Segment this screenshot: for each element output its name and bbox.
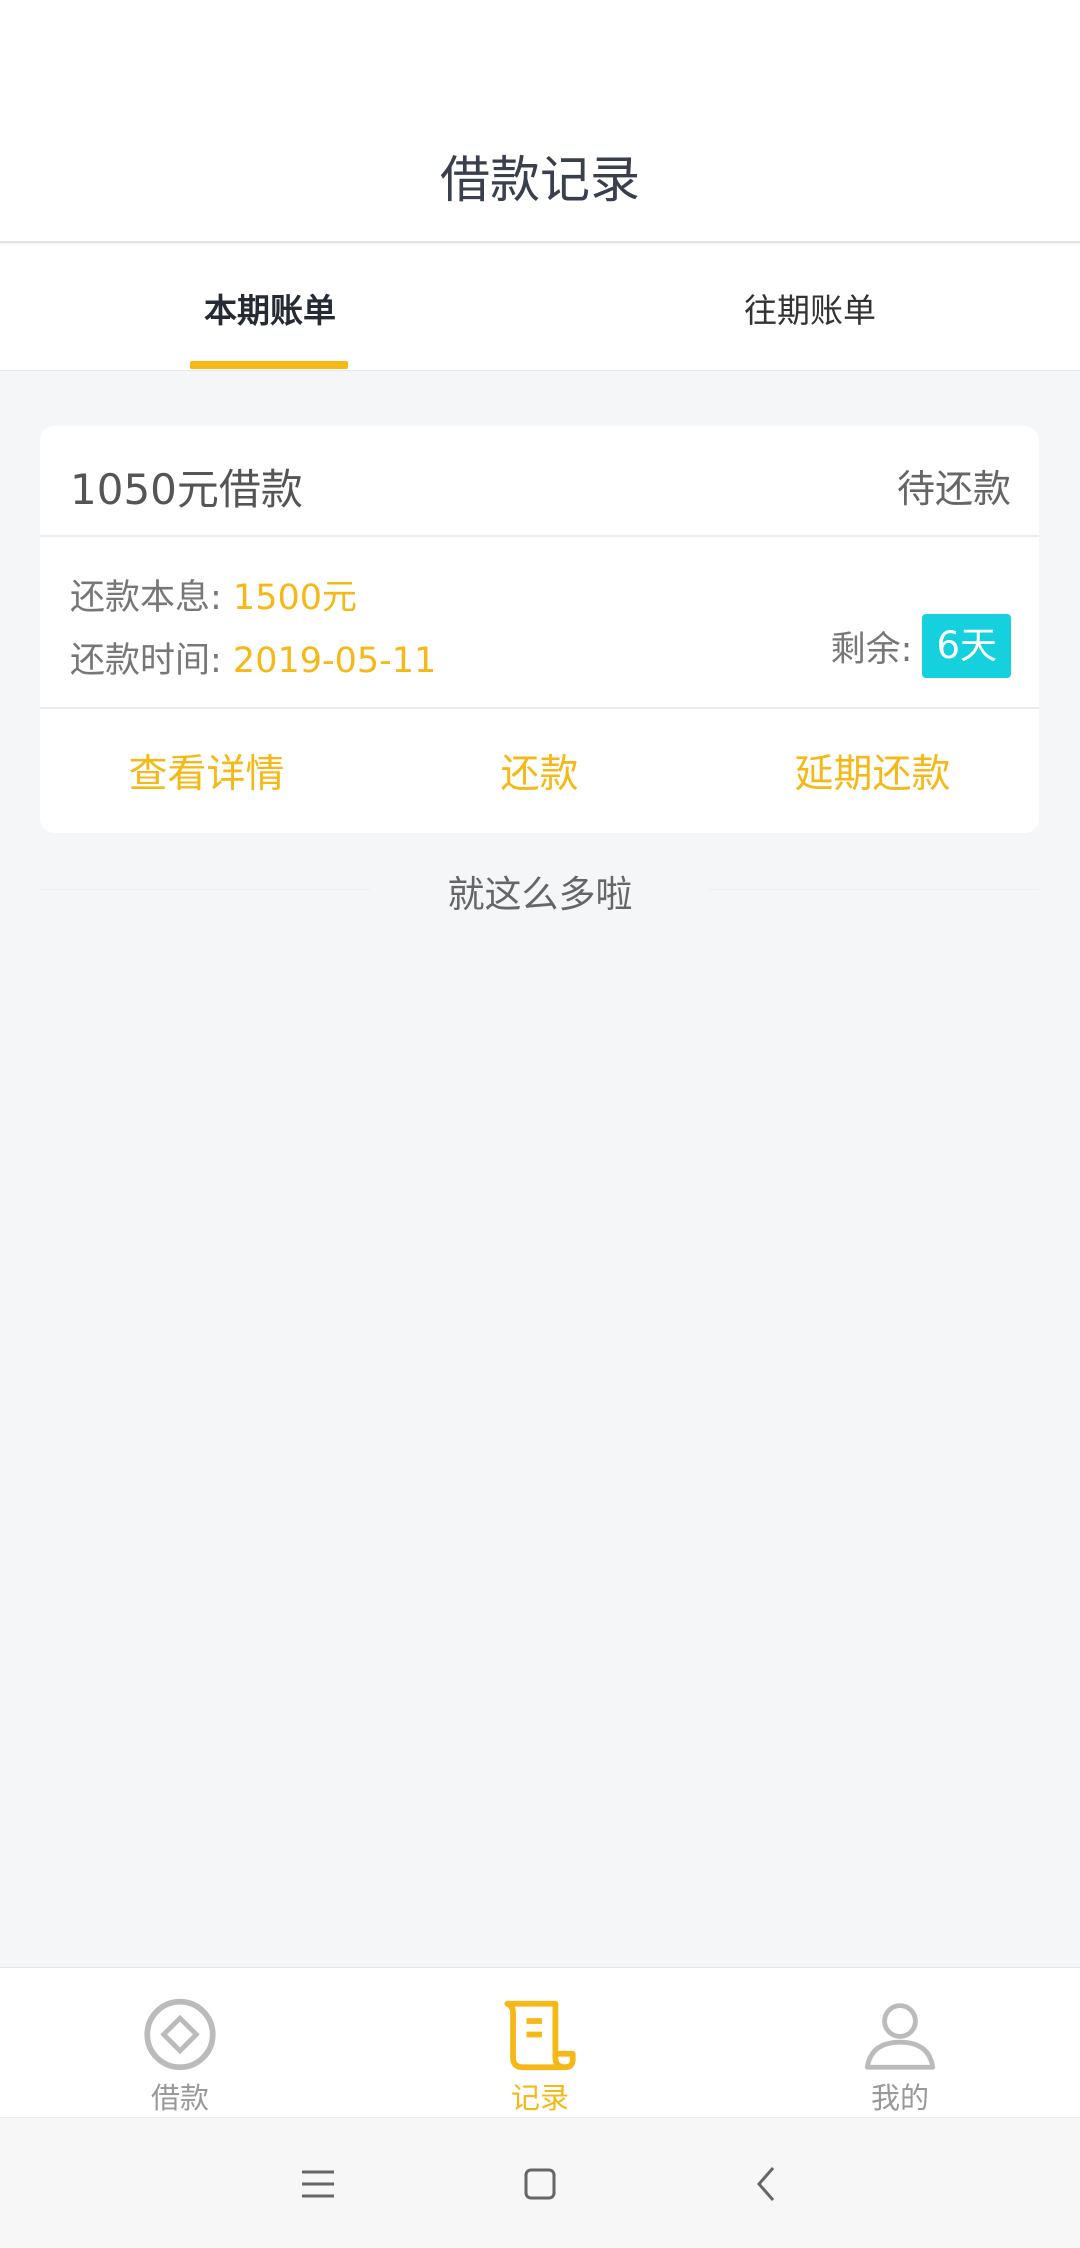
extend-repay-button[interactable]: 延期还款: [706, 709, 1039, 833]
menu-icon[interactable]: [290, 2156, 346, 2212]
nav-item-loan[interactable]: 借款: [0, 1968, 360, 2117]
nav-label-mine: 我的: [870, 2081, 929, 2115]
user-profile-icon: [864, 2003, 936, 2070]
repay-time-line: 还款时间: 2019-05-11: [70, 632, 436, 683]
view-details-button[interactable]: 查看详情: [40, 709, 373, 833]
active-tab-indicator: [190, 361, 348, 369]
loan-coin-icon: [144, 1998, 216, 2071]
repay-amount-label: 还款本息:: [70, 578, 233, 618]
bottom-nav: 借款 记录 我的: [0, 1967, 1080, 2117]
tab-past-bills[interactable]: 往期账单: [540, 245, 1080, 371]
nav-label-record: 记录: [510, 2081, 569, 2115]
tab-current-bill[interactable]: 本期账单: [0, 245, 540, 371]
nav-item-mine[interactable]: 我的: [720, 1968, 1080, 2117]
repay-amount-line: 还款本息: 1500元: [70, 569, 357, 620]
nav-item-record[interactable]: 记录: [360, 1968, 720, 2117]
system-nav-bar: [0, 2117, 1080, 2248]
remaining-days-badge: 6天: [922, 614, 1011, 678]
loan-title: 1050元借款: [70, 465, 303, 514]
bill-tabs: 本期账单 往期账单: [0, 245, 1080, 371]
loan-actions: 查看详情 还款 延期还款: [40, 709, 1039, 833]
scroll-record-icon: [504, 2000, 576, 2071]
nav-label-loan: 借款: [150, 2081, 209, 2115]
repay-button[interactable]: 还款: [373, 709, 706, 833]
end-divider-right: [709, 889, 1039, 890]
end-of-list-note: 就这么多啦: [447, 873, 633, 916]
back-chevron-icon[interactable]: [739, 2156, 795, 2212]
loan-status: 待还款: [896, 467, 1011, 511]
loan-card: 1050元借款 待还款 还款本息: 1500元 还款时间: 2019-05-11…: [40, 426, 1039, 833]
remaining-label: 剩余:: [830, 629, 913, 670]
repay-amount-value: 1500元: [232, 578, 357, 618]
repay-time-value: 2019-05-11: [232, 641, 437, 681]
home-square-icon[interactable]: [512, 2156, 568, 2212]
remaining-days: 剩余: 6天: [831, 614, 1011, 678]
page-title: 借款记录: [440, 151, 640, 209]
repay-time-label: 还款时间:: [70, 641, 233, 681]
loan-card-header: 1050元借款 待还款: [40, 426, 1039, 537]
app-header: 借款记录: [0, 0, 1080, 243]
